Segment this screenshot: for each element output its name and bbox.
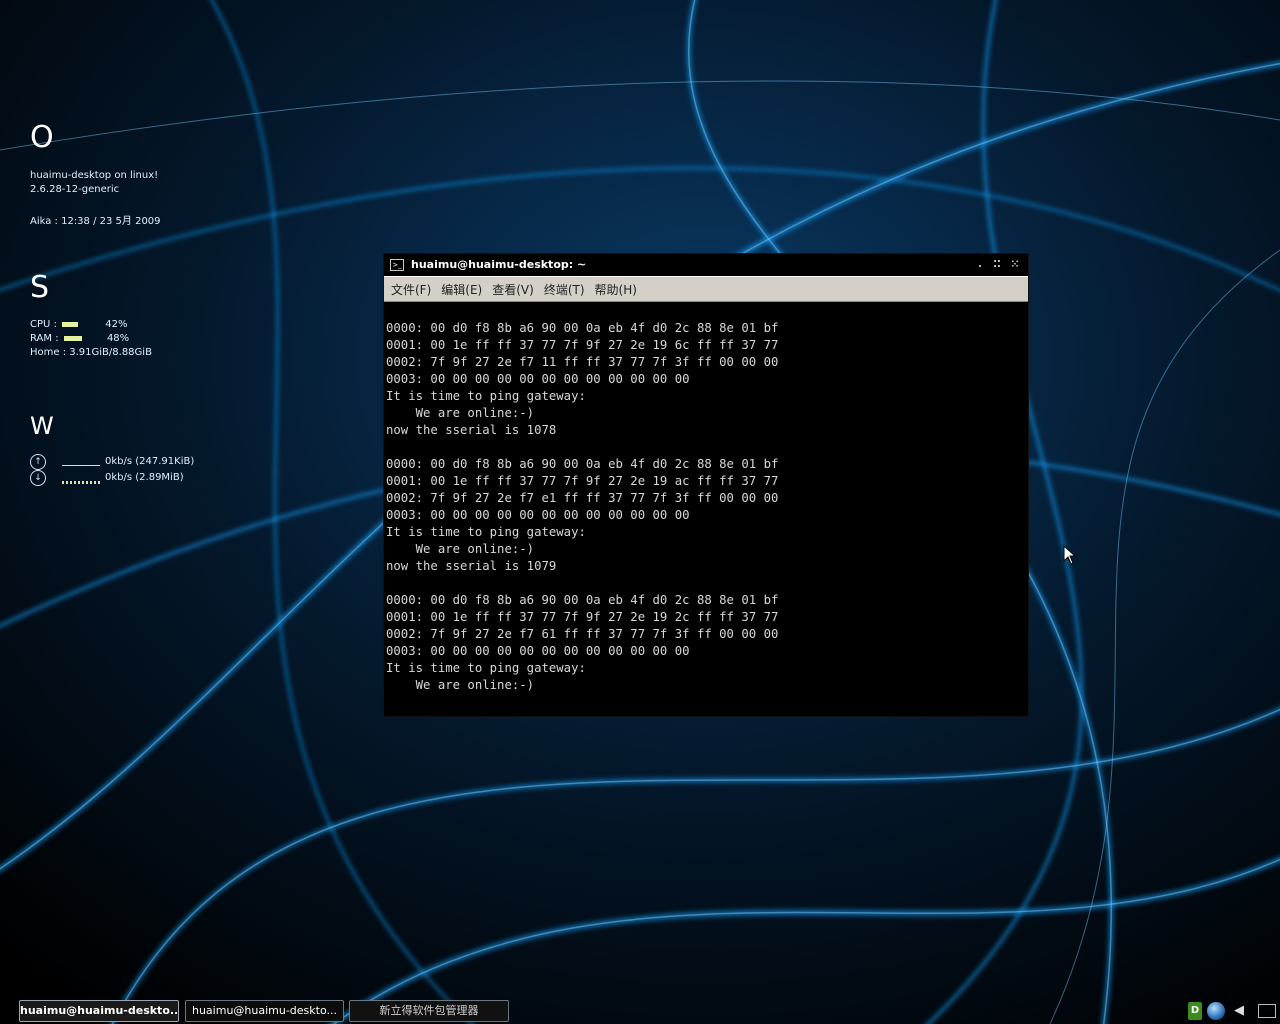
terminal-line: 0003: 00 00 00 00 00 00 00 00 00 00 00 0…	[386, 508, 690, 522]
cpu-row: CPU : 42%	[30, 319, 128, 330]
terminal-line: 0000: 00 d0 f8 8b a6 90 00 0a eb 4f d0 2…	[386, 321, 779, 335]
menu-edit[interactable]: 编辑(E)	[437, 281, 486, 298]
terminal-line: We are online:-)	[386, 678, 535, 692]
download-arrow-icon: ↓	[30, 470, 46, 486]
terminal-line: 0000: 00 d0 f8 8b a6 90 00 0a eb 4f d0 2…	[386, 593, 779, 607]
minimize-icon[interactable]: .	[974, 254, 986, 276]
terminal-titlebar[interactable]: >_ huaimu@huaimu-desktop: ~ . ⁚⁚ ⁙	[384, 254, 1028, 276]
section-o-heading: O	[30, 120, 54, 155]
terminal-line: 0003: 00 00 00 00 00 00 00 00 00 00 00 0…	[386, 644, 690, 658]
taskbar: huaimu@huaimu-deskto... huaimu@huaimu-de…	[0, 998, 1280, 1024]
terminal-line: It is time to ping gateway:	[386, 525, 586, 539]
terminal-line: 0002: 7f 9f 27 2e f7 61 ff ff 37 77 7f 3…	[386, 627, 779, 641]
download-rate-label: 0kb/s (2.89MiB)	[105, 472, 184, 483]
terminal-line: now the sserial is 1078	[386, 423, 557, 437]
upload-graph	[62, 465, 100, 466]
ram-label: RAM :	[30, 333, 59, 344]
volume-icon[interactable]: ◀	[1232, 1002, 1246, 1020]
terminal-line: It is time to ping gateway:	[386, 389, 586, 403]
menu-help[interactable]: 帮助(H)	[591, 281, 641, 298]
tray-app-icon[interactable]: D	[1188, 1002, 1202, 1020]
terminal-line: 0000: 00 d0 f8 8b a6 90 00 0a eb 4f d0 2…	[386, 457, 779, 471]
kernel-version-label: 2.6.28-12-generic	[30, 184, 120, 195]
terminal-line: We are online:-)	[386, 542, 535, 556]
maximize-icon[interactable]: ⁚⁚	[991, 254, 1003, 276]
hostname-label: huaimu-desktop on linux!	[30, 170, 159, 181]
upload-arrow-icon: ↑	[30, 454, 46, 470]
ram-row: RAM : 48%	[30, 333, 129, 344]
terminal-line: 0001: 00 1e ff ff 37 77 7f 9f 27 2e 19 6…	[386, 338, 779, 352]
network-globe-icon[interactable]	[1207, 1002, 1225, 1020]
download-graph	[62, 481, 100, 484]
ram-meter	[63, 335, 102, 341]
terminal-line: 0002: 7f 9f 27 2e f7 e1 ff ff 37 77 7f 3…	[386, 491, 779, 505]
ram-meter-fill	[63, 335, 82, 341]
terminal-output[interactable]: 0000: 00 d0 f8 8b a6 90 00 0a eb 4f d0 2…	[386, 320, 1026, 714]
section-w-heading: W	[30, 412, 54, 440]
upload-rate-label: 0kb/s (247.91KiB)	[105, 456, 195, 467]
terminal-line: 0002: 7f 9f 27 2e f7 11 ff ff 37 77 7f 3…	[386, 355, 779, 369]
show-desktop-icon[interactable]	[1258, 1004, 1276, 1018]
task-terminal-1[interactable]: huaimu@huaimu-deskto...	[19, 1000, 179, 1022]
close-icon[interactable]: ⁙	[1009, 254, 1021, 276]
terminal-icon: >_	[390, 259, 404, 271]
clock-label: Aika : 12:38 / 23 5月 2009	[30, 216, 161, 227]
home-disk-label: Home : 3.91GiB/8.88GiB	[30, 347, 152, 358]
menu-file[interactable]: 文件(F)	[387, 281, 435, 298]
task-terminal-2[interactable]: huaimu@huaimu-deskto...	[185, 1000, 344, 1022]
cpu-meter-fill	[62, 321, 79, 327]
terminal-line: 0001: 00 1e ff ff 37 77 7f 9f 27 2e 19 a…	[386, 474, 779, 488]
cpu-value: 42%	[105, 319, 128, 330]
terminal-menubar: 文件(F) 编辑(E) 查看(V) 终端(T) 帮助(H)	[384, 276, 1028, 302]
cpu-label: CPU :	[30, 319, 57, 330]
terminal-window[interactable]: >_ huaimu@huaimu-desktop: ~ . ⁚⁚ ⁙ 文件(F)…	[384, 254, 1028, 716]
terminal-line: 0003: 00 00 00 00 00 00 00 00 00 00 00 0…	[386, 372, 690, 386]
cpu-meter	[62, 321, 100, 327]
terminal-line: 0001: 00 1e ff ff 37 77 7f 9f 27 2e 19 2…	[386, 610, 779, 624]
section-s-heading: S	[30, 270, 50, 305]
menu-view[interactable]: 查看(V)	[488, 281, 538, 298]
terminal-title: huaimu@huaimu-desktop: ~	[411, 258, 587, 271]
ram-value: 48%	[106, 333, 130, 344]
terminal-line: We are online:-)	[386, 406, 535, 420]
menu-terminal[interactable]: 终端(T)	[540, 281, 589, 298]
mouse-cursor-icon	[1063, 545, 1077, 565]
terminal-line: now the sserial is 1079	[386, 559, 557, 573]
task-synaptic[interactable]: 新立得软件包管理器	[349, 1000, 509, 1022]
terminal-line: It is time to ping gateway:	[386, 661, 586, 675]
